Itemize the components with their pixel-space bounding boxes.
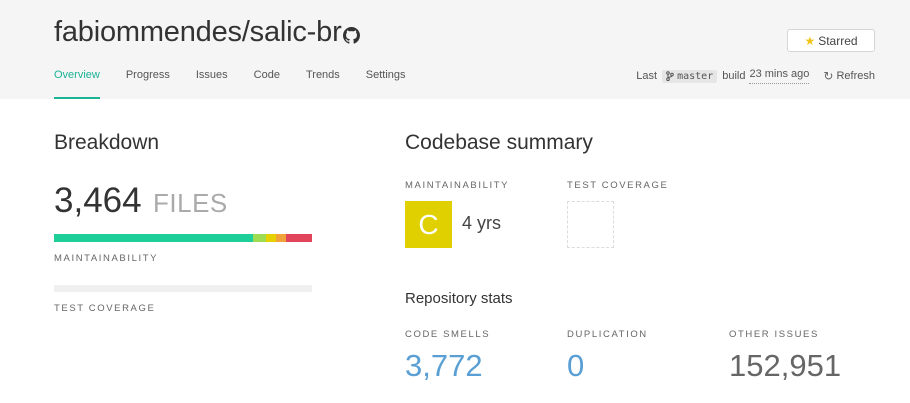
maintainability-segment-a[interactable] <box>54 234 253 242</box>
branch-name: master <box>677 70 714 82</box>
maintainability-segment-b[interactable] <box>252 234 266 242</box>
duplication-count[interactable]: 0 <box>567 348 584 384</box>
test-coverage-placeholder <box>567 201 614 248</box>
build-info: Last master build 23 mins ago ↻ Refresh <box>636 68 875 84</box>
tab-overview[interactable]: Overview <box>54 69 100 99</box>
test-coverage-bar <box>54 285 312 292</box>
build-prefix: Last <box>636 70 658 82</box>
files-count: 3,464 <box>54 181 142 220</box>
refresh-button[interactable]: ↻ Refresh <box>823 69 875 83</box>
starred-label: Starred <box>818 33 858 48</box>
code-smells-label: CODE SMELLS <box>405 329 491 340</box>
summary-test-coverage-label: TEST COVERAGE <box>567 180 669 191</box>
maintainability-grade[interactable]: C <box>405 201 452 248</box>
maintainability-segment-c[interactable] <box>265 234 276 242</box>
tab-issues[interactable]: Issues <box>196 69 228 99</box>
repository-stats-title: Repository stats <box>405 290 513 307</box>
star-icon: ★ <box>804 33 816 48</box>
starred-button[interactable]: ★ Starred <box>787 29 875 52</box>
refresh-icon: ↻ <box>823 69 834 83</box>
technical-debt-years: 4 yrs <box>462 213 502 233</box>
nav-tabs: Overview Progress Issues Code Trends Set… <box>54 69 432 99</box>
other-issues-count: 152,951 <box>729 348 842 383</box>
branch-badge: master <box>662 69 718 83</box>
repo-header: fabiommendes/salic-br ★ Starred Overview… <box>0 0 910 99</box>
other-issues-label: OTHER ISSUES <box>729 329 819 340</box>
build-time[interactable]: 23 mins ago <box>749 68 810 84</box>
breakdown-title: Breakdown <box>54 131 160 154</box>
summary-maintainability-label: MAINTAINABILITY <box>405 180 510 191</box>
duplication-label: DUPLICATION <box>567 329 648 340</box>
refresh-label: Refresh <box>836 70 875 82</box>
maintainability-segment-d[interactable] <box>275 234 287 242</box>
tab-trends[interactable]: Trends <box>306 69 340 99</box>
code-smells-count[interactable]: 3,772 <box>405 348 483 384</box>
github-icon[interactable] <box>343 27 360 44</box>
tab-settings[interactable]: Settings <box>366 69 406 99</box>
git-branch-icon <box>666 71 674 81</box>
tab-code[interactable]: Code <box>254 69 280 99</box>
repo-title[interactable]: fabiommendes/salic-br <box>54 16 342 49</box>
codebase-summary-title: Codebase summary <box>405 131 593 154</box>
tab-progress[interactable]: Progress <box>126 69 170 99</box>
files-unit: FILES <box>153 188 228 218</box>
build-label: build <box>722 70 746 82</box>
breakdown-test-coverage-label: TEST COVERAGE <box>54 303 156 314</box>
maintainability-segment-f[interactable] <box>286 234 312 242</box>
maintainability-bar[interactable] <box>54 234 312 242</box>
breakdown-maintainability-label: MAINTAINABILITY <box>54 253 159 264</box>
